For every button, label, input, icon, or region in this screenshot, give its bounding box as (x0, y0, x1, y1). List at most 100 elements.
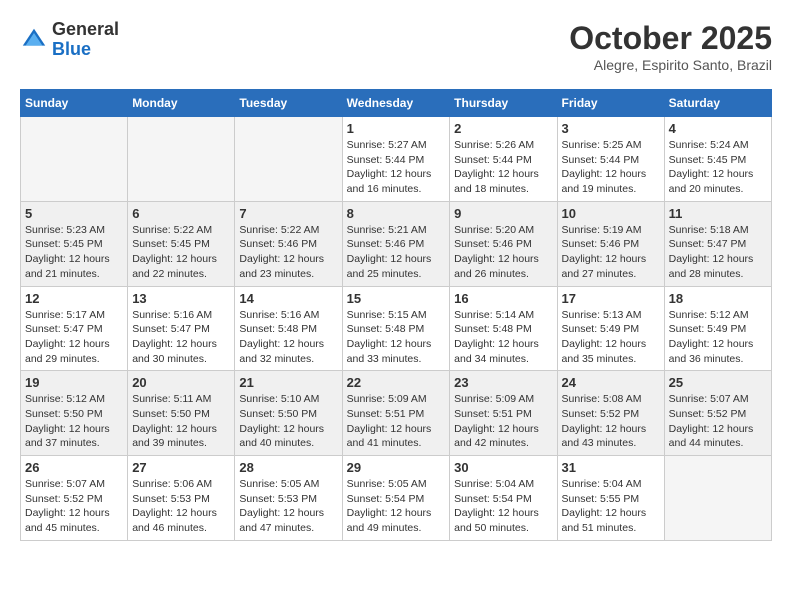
logo-icon (20, 26, 48, 54)
calendar-cell: 1 Sunrise: 5:27 AM Sunset: 5:44 PM Daylig… (342, 117, 450, 202)
weekday-header-sunday: Sunday (21, 90, 128, 117)
day-number: 21 (239, 375, 337, 390)
day-info: Sunrise: 5:19 AM Sunset: 5:46 PM Dayligh… (562, 223, 660, 282)
calendar-cell: 22 Sunrise: 5:09 AM Sunset: 5:51 PM Dayli… (342, 371, 450, 456)
day-info: Sunrise: 5:04 AM Sunset: 5:55 PM Dayligh… (562, 477, 660, 536)
day-number: 10 (562, 206, 660, 221)
day-number: 3 (562, 121, 660, 136)
calendar-week-row: 19Sunrise: 5:12 AM Sunset: 5:50 PM Dayli… (21, 371, 772, 456)
day-info: Sunrise: 5:23 AM Sunset: 5:45 PM Dayligh… (25, 223, 123, 282)
day-info: Sunrise: 5:07 AM Sunset: 5:52 PM Dayligh… (25, 477, 123, 536)
day-number: 16 (454, 291, 552, 306)
day-number: 22 (347, 375, 446, 390)
day-number: 12 (25, 291, 123, 306)
day-number: 29 (347, 460, 446, 475)
day-number: 18 (669, 291, 767, 306)
logo: General Blue (20, 20, 119, 60)
day-info: Sunrise: 5:20 AM Sunset: 5:46 PM Dayligh… (454, 223, 552, 282)
calendar-cell: 28 Sunrise: 5:05 AM Sunset: 5:53 PM Dayli… (235, 456, 342, 541)
calendar-cell: 31 Sunrise: 5:04 AM Sunset: 5:55 PM Dayli… (557, 456, 664, 541)
weekday-header-monday: Monday (128, 90, 235, 117)
day-info: Sunrise: 5:05 AM Sunset: 5:53 PM Dayligh… (239, 477, 337, 536)
calendar-cell: 24Sunrise: 5:08 AM Sunset: 5:52 PM Dayli… (557, 371, 664, 456)
day-number: 8 (347, 206, 446, 221)
calendar-cell: 8 Sunrise: 5:21 AM Sunset: 5:46 PM Daylig… (342, 201, 450, 286)
day-number: 11 (669, 206, 767, 221)
day-info: Sunrise: 5:09 AM Sunset: 5:51 PM Dayligh… (347, 392, 446, 451)
calendar-cell: 23Sunrise: 5:09 AM Sunset: 5:51 PM Dayli… (450, 371, 557, 456)
day-info: Sunrise: 5:17 AM Sunset: 5:47 PM Dayligh… (25, 308, 123, 367)
calendar-week-row: 26 Sunrise: 5:07 AM Sunset: 5:52 PM Dayli… (21, 456, 772, 541)
day-number: 14 (239, 291, 337, 306)
calendar-cell: 4 Sunrise: 5:24 AM Sunset: 5:45 PM Daylig… (664, 117, 771, 202)
day-info: Sunrise: 5:08 AM Sunset: 5:52 PM Dayligh… (562, 392, 660, 451)
calendar-cell: 25Sunrise: 5:07 AM Sunset: 5:52 PM Dayli… (664, 371, 771, 456)
calendar-cell: 29 Sunrise: 5:05 AM Sunset: 5:54 PM Dayli… (342, 456, 450, 541)
day-number: 9 (454, 206, 552, 221)
calendar-cell: 15 Sunrise: 5:15 AM Sunset: 5:48 PM Dayli… (342, 286, 450, 371)
day-number: 5 (25, 206, 123, 221)
day-number: 26 (25, 460, 123, 475)
day-number: 30 (454, 460, 552, 475)
calendar-cell: 19Sunrise: 5:12 AM Sunset: 5:50 PM Dayli… (21, 371, 128, 456)
day-info: Sunrise: 5:15 AM Sunset: 5:48 PM Dayligh… (347, 308, 446, 367)
day-info: Sunrise: 5:16 AM Sunset: 5:47 PM Dayligh… (132, 308, 230, 367)
calendar-cell: 7Sunrise: 5:22 AM Sunset: 5:46 PM Daylig… (235, 201, 342, 286)
calendar-header-row: SundayMondayTuesdayWednesdayThursdayFrid… (21, 90, 772, 117)
day-number: 31 (562, 460, 660, 475)
calendar-cell (235, 117, 342, 202)
day-info: Sunrise: 5:22 AM Sunset: 5:46 PM Dayligh… (239, 223, 337, 282)
day-info: Sunrise: 5:12 AM Sunset: 5:49 PM Dayligh… (669, 308, 767, 367)
month-title: October 2025 (569, 20, 772, 57)
calendar-week-row: 1 Sunrise: 5:27 AM Sunset: 5:44 PM Daylig… (21, 117, 772, 202)
location-subtitle: Alegre, Espirito Santo, Brazil (569, 57, 772, 73)
day-info: Sunrise: 5:25 AM Sunset: 5:44 PM Dayligh… (562, 138, 660, 197)
calendar-cell: 6Sunrise: 5:22 AM Sunset: 5:45 PM Daylig… (128, 201, 235, 286)
day-info: Sunrise: 5:06 AM Sunset: 5:53 PM Dayligh… (132, 477, 230, 536)
calendar-cell: 20 Sunrise: 5:11 AM Sunset: 5:50 PM Dayli… (128, 371, 235, 456)
day-number: 6 (132, 206, 230, 221)
day-info: Sunrise: 5:11 AM Sunset: 5:50 PM Dayligh… (132, 392, 230, 451)
calendar-cell: 11 Sunrise: 5:18 AM Sunset: 5:47 PM Dayli… (664, 201, 771, 286)
day-info: Sunrise: 5:04 AM Sunset: 5:54 PM Dayligh… (454, 477, 552, 536)
calendar-cell: 10 Sunrise: 5:19 AM Sunset: 5:46 PM Dayli… (557, 201, 664, 286)
calendar-cell: 26 Sunrise: 5:07 AM Sunset: 5:52 PM Dayli… (21, 456, 128, 541)
day-info: Sunrise: 5:07 AM Sunset: 5:52 PM Dayligh… (669, 392, 767, 451)
calendar-cell: 3 Sunrise: 5:25 AM Sunset: 5:44 PM Daylig… (557, 117, 664, 202)
day-info: Sunrise: 5:14 AM Sunset: 5:48 PM Dayligh… (454, 308, 552, 367)
weekday-header-tuesday: Tuesday (235, 90, 342, 117)
day-number: 4 (669, 121, 767, 136)
day-number: 13 (132, 291, 230, 306)
calendar-cell: 2 Sunrise: 5:26 AM Sunset: 5:44 PM Daylig… (450, 117, 557, 202)
day-info: Sunrise: 5:12 AM Sunset: 5:50 PM Dayligh… (25, 392, 123, 451)
title-block: October 2025 Alegre, Espirito Santo, Bra… (569, 20, 772, 73)
calendar-cell: 16 Sunrise: 5:14 AM Sunset: 5:48 PM Dayli… (450, 286, 557, 371)
day-info: Sunrise: 5:10 AM Sunset: 5:50 PM Dayligh… (239, 392, 337, 451)
calendar-week-row: 5 Sunrise: 5:23 AM Sunset: 5:45 PM Daylig… (21, 201, 772, 286)
day-info: Sunrise: 5:18 AM Sunset: 5:47 PM Dayligh… (669, 223, 767, 282)
day-number: 20 (132, 375, 230, 390)
calendar-cell (128, 117, 235, 202)
calendar-week-row: 12 Sunrise: 5:17 AM Sunset: 5:47 PM Dayli… (21, 286, 772, 371)
day-number: 15 (347, 291, 446, 306)
calendar-cell: 9 Sunrise: 5:20 AM Sunset: 5:46 PM Daylig… (450, 201, 557, 286)
calendar-cell: 18 Sunrise: 5:12 AM Sunset: 5:49 PM Dayli… (664, 286, 771, 371)
day-number: 28 (239, 460, 337, 475)
day-info: Sunrise: 5:05 AM Sunset: 5:54 PM Dayligh… (347, 477, 446, 536)
day-number: 1 (347, 121, 446, 136)
day-number: 27 (132, 460, 230, 475)
calendar-cell: 5 Sunrise: 5:23 AM Sunset: 5:45 PM Daylig… (21, 201, 128, 286)
weekday-header-wednesday: Wednesday (342, 90, 450, 117)
day-info: Sunrise: 5:16 AM Sunset: 5:48 PM Dayligh… (239, 308, 337, 367)
day-info: Sunrise: 5:27 AM Sunset: 5:44 PM Dayligh… (347, 138, 446, 197)
logo-general-label: General (52, 20, 119, 40)
day-info: Sunrise: 5:21 AM Sunset: 5:46 PM Dayligh… (347, 223, 446, 282)
day-info: Sunrise: 5:24 AM Sunset: 5:45 PM Dayligh… (669, 138, 767, 197)
weekday-header-thursday: Thursday (450, 90, 557, 117)
day-number: 2 (454, 121, 552, 136)
day-number: 23 (454, 375, 552, 390)
weekday-header-friday: Friday (557, 90, 664, 117)
calendar-table: SundayMondayTuesdayWednesdayThursdayFrid… (20, 89, 772, 541)
day-info: Sunrise: 5:26 AM Sunset: 5:44 PM Dayligh… (454, 138, 552, 197)
calendar-cell (21, 117, 128, 202)
